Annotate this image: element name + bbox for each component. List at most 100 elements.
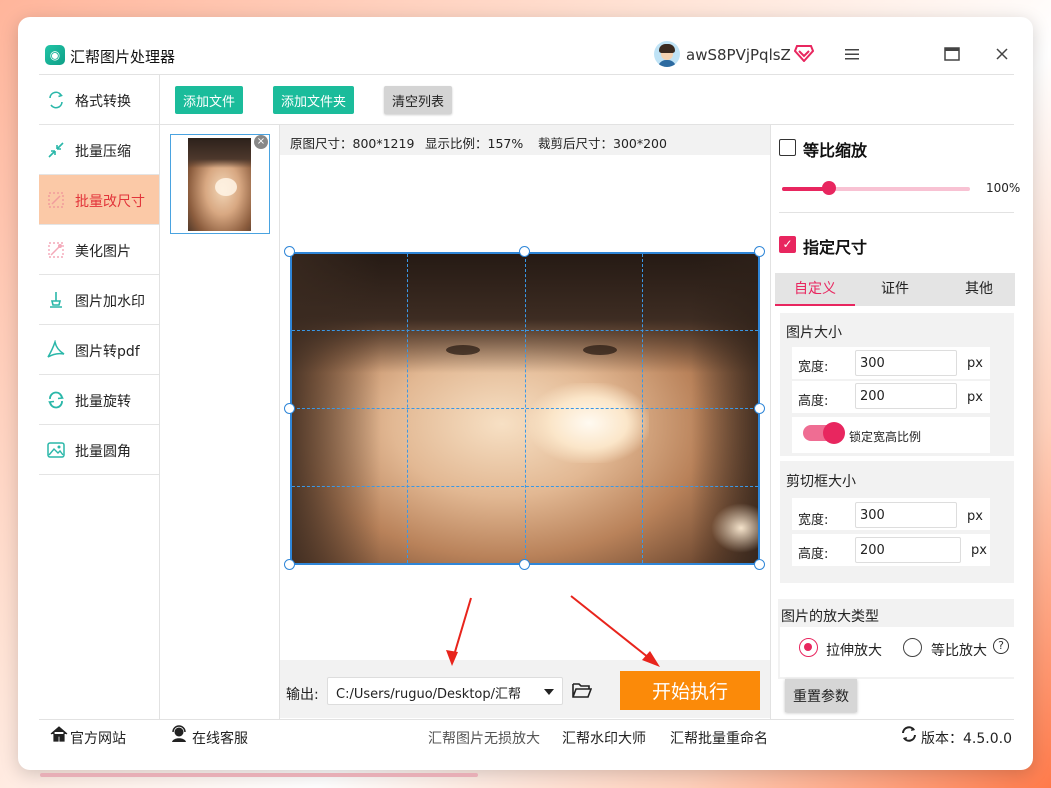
sidebar-item-label: 图片转pdf — [75, 344, 140, 360]
tab-other[interactable]: 其他 — [939, 273, 1019, 306]
specify-size-checkbox[interactable]: ✓ — [779, 236, 796, 253]
crop-frame[interactable] — [290, 252, 760, 565]
proportional-scale-label: 等比缩放 — [803, 141, 868, 160]
crop-size-title: 剪切框大小 — [786, 474, 856, 490]
beautify-icon — [48, 242, 64, 258]
crop-height-label: 高度: — [798, 547, 829, 562]
lock-ratio-toggle[interactable] — [803, 422, 845, 444]
sidebar-item-resize[interactable]: 批量改尺寸 — [39, 175, 159, 225]
sidebar-item-label: 批量改尺寸 — [75, 194, 145, 210]
image-height-input[interactable] — [855, 383, 957, 409]
original-size: 原图尺寸：800*1219 — [290, 136, 415, 151]
rotate-icon — [48, 391, 64, 409]
app-title: 汇帮图片处理器 — [70, 48, 176, 66]
tab-custom[interactable]: 自定义 — [775, 273, 855, 306]
sidebar-item-beautify[interactable]: 美化图片 — [39, 225, 159, 275]
crop-width-label: 宽度: — [798, 513, 829, 528]
sidebar-item-pdf[interactable]: 图片转pdf — [39, 325, 159, 375]
crop-height-unit: px — [971, 543, 987, 558]
chevron-down-icon — [544, 689, 554, 695]
tab-id-photo[interactable]: 证件 — [855, 273, 935, 306]
folder-open-icon[interactable] — [572, 681, 592, 699]
app-window: ◉ 汇帮图片处理器 awS8PVjPqlsZ 格式转换 批量压缩 批量改尺寸 美… — [18, 17, 1033, 770]
compress-icon — [48, 142, 64, 158]
crop-height-input[interactable] — [855, 537, 961, 563]
crop-handle-top-right[interactable] — [754, 246, 765, 257]
crop-handle-left[interactable] — [284, 403, 295, 414]
sidebar-item-rounded-corner[interactable]: 批量圆角 — [39, 425, 159, 475]
help-icon[interactable]: ? — [993, 638, 1009, 654]
online-service-link[interactable]: 在线客服 — [192, 728, 248, 748]
width-label: 宽度: — [798, 360, 829, 375]
avatar[interactable] — [654, 41, 680, 67]
crop-handle-bottom[interactable] — [519, 559, 530, 570]
version-label: 版本：4.5.0.0 — [921, 731, 1012, 747]
sidebar-item-format-convert[interactable]: 格式转换 — [39, 75, 159, 125]
cropped-size: 裁剪后尺寸：300*200 — [538, 136, 667, 151]
sidebar-item-label: 批量压缩 — [75, 144, 131, 160]
crop-handle-top[interactable] — [519, 246, 530, 257]
footer-link-batch-rename[interactable]: 汇帮批量重命名 — [670, 728, 768, 748]
sidebar-item-watermark[interactable]: 图片加水印 — [39, 275, 159, 325]
username[interactable]: awS8PVjPqlsZ — [686, 46, 791, 64]
format-convert-icon — [49, 91, 63, 109]
add-file-button[interactable]: 添加文件 — [175, 86, 244, 114]
title-bar: ◉ 汇帮图片处理器 awS8PVjPqlsZ — [18, 17, 1033, 73]
customer-service-icon — [172, 725, 186, 742]
thumbnail-image — [188, 138, 251, 231]
crop-width-input[interactable] — [855, 502, 957, 528]
size-tabs: 自定义 证件 其他 — [775, 273, 1015, 306]
sidebar-item-label: 图片加水印 — [75, 294, 145, 310]
add-folder-button[interactable]: 添加文件夹 — [273, 86, 355, 114]
horizontal-scrollbar[interactable] — [40, 773, 478, 777]
crop-grid-line — [292, 408, 758, 409]
maximize-icon[interactable] — [941, 43, 963, 65]
home-icon — [50, 726, 68, 742]
vip-diamond-icon[interactable] — [794, 44, 814, 62]
crop-width-unit: px — [967, 509, 983, 524]
width-unit: px — [967, 356, 983, 371]
reset-params-button[interactable]: 重置参数 — [785, 679, 857, 712]
stretch-enlarge-label: 拉伸放大 — [826, 643, 882, 659]
clear-list-button[interactable]: 清空列表 — [384, 86, 453, 114]
sidebar-item-label: 格式转换 — [75, 94, 131, 110]
close-icon[interactable] — [991, 43, 1013, 65]
sidebar-item-label: 批量旋转 — [75, 394, 131, 410]
sidebar-item-label: 批量圆角 — [75, 444, 131, 460]
file-thumbnail[interactable]: × — [170, 134, 270, 234]
refresh-icon[interactable] — [900, 725, 918, 743]
crop-handle-right[interactable] — [754, 403, 765, 414]
output-path-select[interactable]: C:/Users/ruguo/Desktop/汇帮 — [327, 677, 563, 705]
remove-file-icon[interactable]: × — [254, 135, 268, 149]
crop-grid-line — [292, 486, 758, 487]
annotation-arrow-icon — [446, 595, 660, 667]
start-button[interactable]: 开始执行 — [620, 671, 760, 710]
official-site-link[interactable]: 官方网站 — [70, 728, 126, 748]
app-logo-icon: ◉ — [45, 45, 65, 65]
proportional-scale-checkbox[interactable] — [779, 139, 796, 156]
hamburger-icon[interactable] — [841, 43, 863, 65]
sidebar-item-label: 美化图片 — [75, 244, 131, 260]
footer-link-watermark-master[interactable]: 汇帮水印大师 — [562, 728, 646, 748]
crop-handle-bottom-left[interactable] — [284, 559, 295, 570]
proportional-enlarge-radio[interactable] — [903, 638, 922, 657]
specify-size-label: 指定尺寸 — [803, 238, 868, 257]
output-label: 输出: — [286, 687, 319, 703]
image-width-input[interactable] — [855, 350, 957, 376]
sidebar: 格式转换 批量压缩 批量改尺寸 美化图片 图片加水印 图片转pdf 批量旋转 批… — [39, 75, 159, 475]
footer-link-lossless-enlarge[interactable]: 汇帮图片无损放大 — [428, 728, 540, 748]
sidebar-item-rotate[interactable]: 批量旋转 — [39, 375, 159, 425]
scale-slider-handle[interactable] — [822, 181, 836, 195]
height-label: 高度: — [798, 394, 829, 409]
divider — [39, 74, 1014, 75]
sidebar-item-compress[interactable]: 批量压缩 — [39, 125, 159, 175]
scale-value: 100% — [986, 181, 1021, 195]
height-unit: px — [967, 390, 983, 405]
stretch-enlarge-radio[interactable] — [799, 638, 818, 657]
resize-icon — [48, 192, 64, 208]
pdf-icon — [47, 340, 65, 358]
proportional-enlarge-label: 等比放大 — [931, 643, 987, 659]
crop-handle-bottom-right[interactable] — [754, 559, 765, 570]
crop-handle-top-left[interactable] — [284, 246, 295, 257]
watermark-icon — [50, 292, 62, 308]
